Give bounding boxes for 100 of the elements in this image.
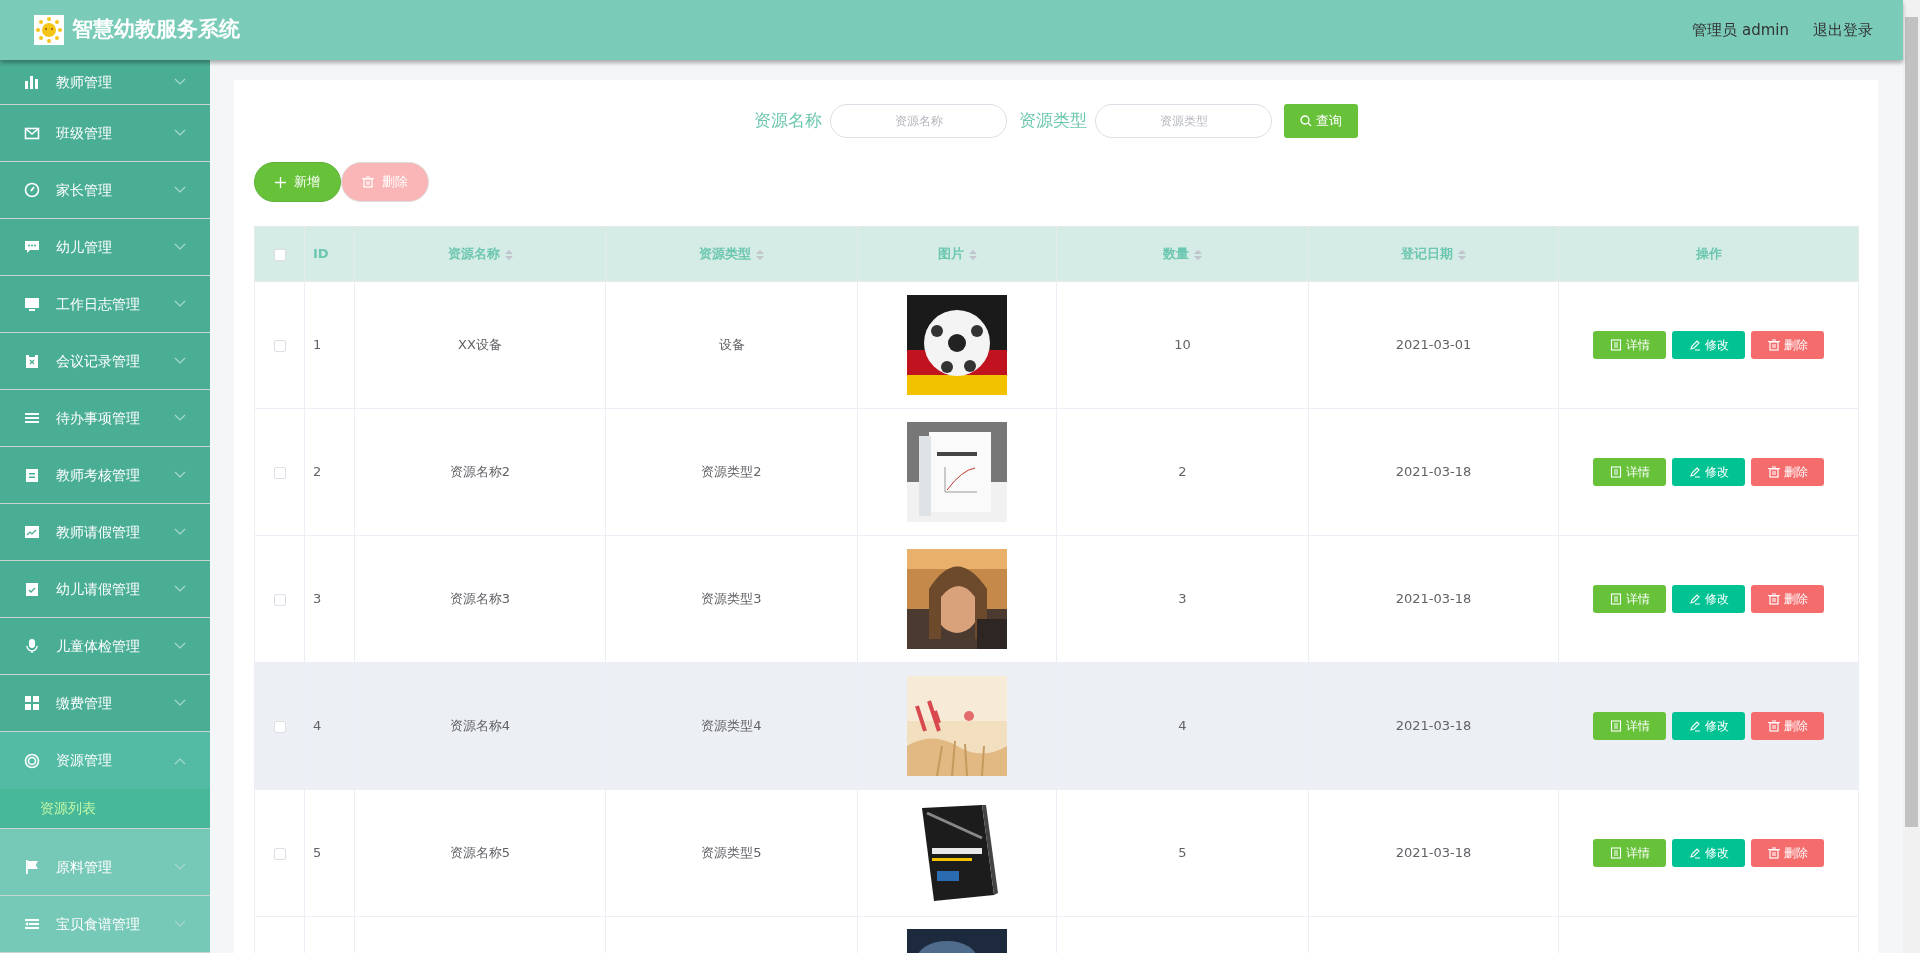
sidebar-item[interactable]: 儿童体检管理 bbox=[0, 618, 210, 675]
table-cell: 资源名称4 bbox=[449, 718, 511, 734]
search-field[interactable]: 资源类型 bbox=[1095, 104, 1272, 138]
table-cell: 2 bbox=[313, 464, 322, 480]
trash-icon bbox=[362, 176, 374, 188]
field-label: 资源类型 bbox=[1019, 109, 1087, 133]
details-button[interactable]: 详情 bbox=[1593, 458, 1666, 486]
row-checkbox[interactable] bbox=[273, 593, 286, 606]
pencil-icon bbox=[1688, 593, 1701, 605]
chevron-down-icon bbox=[174, 186, 186, 194]
sort-icon bbox=[968, 249, 977, 260]
table-cell: 设备 bbox=[718, 337, 745, 353]
table-cell: 5 bbox=[1178, 845, 1187, 861]
column-header[interactable]: 资源类型 bbox=[699, 246, 751, 262]
table-cell: 资源类型2 bbox=[701, 464, 762, 480]
details-button[interactable]: 详情 bbox=[1593, 331, 1666, 359]
chevron-down-icon bbox=[174, 129, 186, 137]
grid-icon bbox=[24, 695, 40, 711]
column-header[interactable]: 登记日期 bbox=[1401, 246, 1453, 262]
sidebar-item[interactable]: 教师管理 bbox=[0, 60, 210, 105]
edit-button[interactable]: 修改 bbox=[1672, 712, 1745, 740]
sidebar-item[interactable]: 班级管理 bbox=[0, 105, 210, 162]
sidebar-item[interactable]: 缴费管理 bbox=[0, 675, 210, 732]
table-cell: 2021-03-01 bbox=[1395, 337, 1472, 353]
envelope-icon bbox=[24, 125, 40, 141]
table-cell: 2021-03-18 bbox=[1395, 845, 1472, 861]
sidebar-item[interactable]: 教师请假管理 bbox=[0, 504, 210, 561]
flag-icon bbox=[24, 859, 40, 875]
chevron-down-icon bbox=[174, 528, 186, 536]
sort-icon bbox=[756, 249, 764, 260]
details-button[interactable]: 详情 bbox=[1593, 839, 1666, 867]
search-field[interactable]: 资源名称 bbox=[830, 104, 1007, 138]
trash-icon bbox=[1767, 466, 1780, 478]
pencil-icon bbox=[1688, 339, 1701, 351]
scrollbar[interactable] bbox=[1903, 0, 1920, 953]
sidebar-item[interactable]: 工作日志管理 bbox=[0, 276, 210, 333]
select-all-checkbox[interactable] bbox=[273, 248, 286, 261]
chevron-down-icon bbox=[174, 920, 186, 928]
edit-button[interactable]: 修改 bbox=[1672, 839, 1745, 867]
table-cell: 1 bbox=[313, 337, 322, 353]
ring-icon bbox=[24, 752, 40, 769]
details-button[interactable]: 详情 bbox=[1593, 585, 1666, 613]
sidebar-item[interactable]: 资源管理 bbox=[0, 732, 210, 789]
delete-button[interactable]: 删除 bbox=[1751, 839, 1824, 867]
search-icon bbox=[1300, 115, 1312, 127]
search-button[interactable]: 查询 bbox=[1284, 104, 1358, 138]
column-header[interactable]: ID bbox=[313, 246, 329, 262]
user-label: 管理员 admin bbox=[1692, 19, 1789, 41]
edit-button[interactable]: 修改 bbox=[1672, 585, 1745, 613]
submenu-item[interactable]: 资源列表 bbox=[0, 789, 210, 829]
clipboard-icon bbox=[24, 353, 40, 369]
table-cell: 5 bbox=[313, 845, 322, 861]
sidebar-item[interactable]: 家长管理 bbox=[0, 162, 210, 219]
document-icon bbox=[1609, 339, 1622, 351]
chevron-down-icon bbox=[174, 585, 186, 593]
sidebar-item[interactable]: 会议记录管理 bbox=[0, 333, 210, 390]
plus-icon bbox=[275, 176, 286, 188]
chevron-down-icon bbox=[174, 357, 186, 365]
column-header[interactable]: 操作 bbox=[1695, 246, 1722, 262]
sort-icon bbox=[1458, 249, 1466, 260]
table-cell: 资源名称5 bbox=[449, 845, 511, 861]
table-cell: 资源名称3 bbox=[449, 591, 511, 607]
row-checkbox[interactable] bbox=[273, 847, 286, 860]
edit-button[interactable]: 修改 bbox=[1672, 331, 1745, 359]
logout-link[interactable]: 退出登录 bbox=[1813, 18, 1873, 42]
clipboard-icon bbox=[24, 467, 40, 483]
trash-icon bbox=[1767, 720, 1780, 732]
document-icon bbox=[1609, 593, 1622, 605]
document-icon bbox=[1609, 720, 1622, 732]
edit-button[interactable]: 修改 bbox=[1672, 458, 1745, 486]
document-icon bbox=[1609, 466, 1622, 478]
chevron-down-icon bbox=[174, 699, 186, 707]
row-checkbox[interactable] bbox=[273, 466, 286, 479]
delete-button[interactable]: 删除 bbox=[1751, 458, 1824, 486]
table-cell: 2021-03-18 bbox=[1395, 464, 1472, 480]
delete-button[interactable]: 删除 bbox=[1751, 585, 1824, 613]
chart-icon bbox=[24, 524, 40, 540]
table-cell: 资源名称2 bbox=[449, 464, 511, 480]
details-button[interactable]: 详情 bbox=[1593, 712, 1666, 740]
sun-logo-icon bbox=[34, 15, 64, 45]
monitor-icon bbox=[24, 296, 40, 312]
sidebar-item[interactable]: 教师考核管理 bbox=[0, 447, 210, 504]
table-cell: 2021-03-18 bbox=[1395, 718, 1472, 734]
row-checkbox[interactable] bbox=[273, 339, 286, 352]
table-cell: 2021-03-18 bbox=[1395, 591, 1472, 607]
list-icon bbox=[24, 916, 40, 932]
chevron-down-icon bbox=[174, 243, 186, 251]
delete-button[interactable]: 删除 bbox=[1751, 331, 1824, 359]
add-button[interactable]: 新增 bbox=[254, 162, 341, 202]
table-cell: 资源类型5 bbox=[701, 845, 762, 861]
sidebar-item[interactable]: 幼儿请假管理 bbox=[0, 561, 210, 618]
pencil-icon bbox=[1688, 466, 1701, 478]
column-header[interactable]: 图片 bbox=[937, 246, 964, 262]
sidebar-item[interactable]: 待办事项管理 bbox=[0, 390, 210, 447]
delete-button[interactable]: 删除 bbox=[1751, 712, 1824, 740]
column-header[interactable]: 资源名称 bbox=[447, 246, 500, 262]
row-checkbox[interactable] bbox=[273, 720, 286, 733]
column-header[interactable]: 数量 bbox=[1163, 246, 1189, 262]
pencil-icon bbox=[1688, 847, 1701, 859]
sidebar-item[interactable]: 幼儿管理 bbox=[0, 219, 210, 276]
